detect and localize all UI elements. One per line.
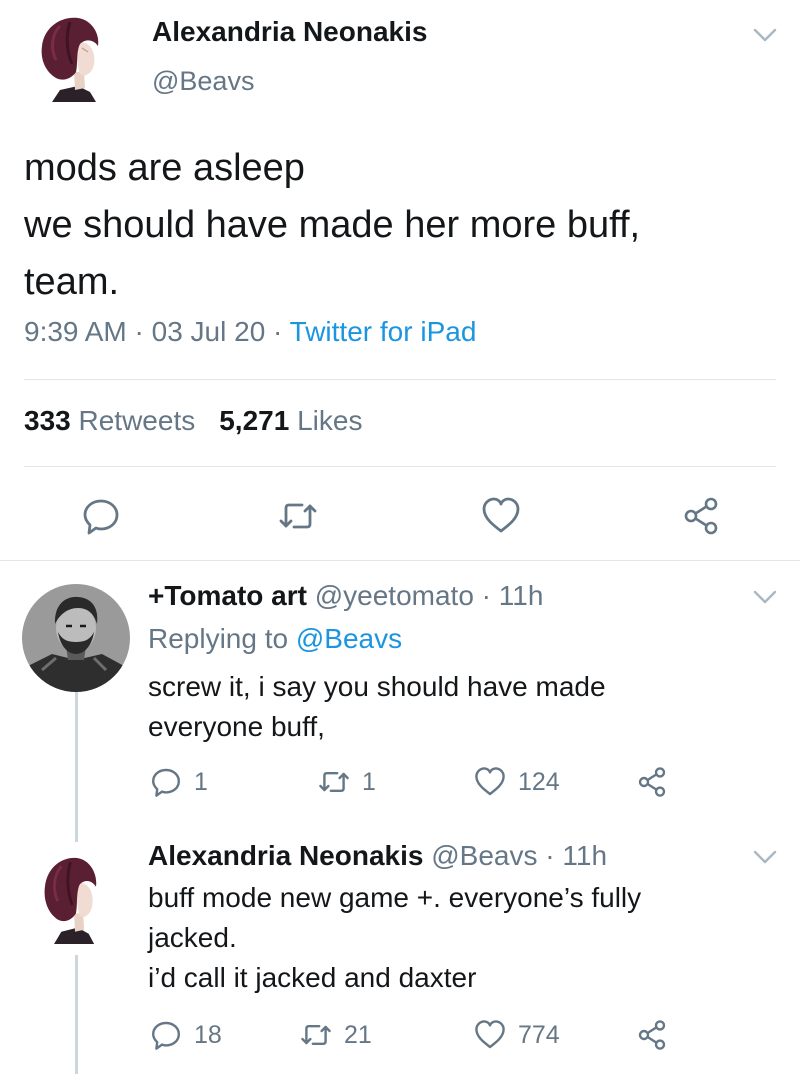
tweet-source-link[interactable]: Twitter for iPad <box>290 316 477 347</box>
like-label: Likes <box>297 405 363 436</box>
share-icon[interactable] <box>681 496 721 536</box>
reply-icon <box>152 768 180 797</box>
retweet-icon <box>301 1025 331 1045</box>
like-button[interactable]: 774 <box>474 1019 560 1051</box>
tweet-time: 9:39 AM <box>24 316 127 347</box>
reply-icon <box>152 1021 180 1050</box>
reply-age: 11h <box>562 840 608 871</box>
retweet-count: 1 <box>362 767 376 796</box>
divider <box>24 379 776 380</box>
author-handle[interactable]: @Beavs <box>152 66 254 97</box>
like-icon <box>475 767 505 796</box>
retweet-label: Retweets <box>78 405 196 436</box>
reply-text: buff mode new game +. everyone’s fully j… <box>148 882 642 993</box>
like-icon[interactable] <box>481 496 521 536</box>
replying-to-prefix: Replying to <box>148 623 289 654</box>
reply-handle[interactable]: @Beavs <box>431 840 537 871</box>
reply-header: Alexandria Neonakis @Beavs · 11h <box>148 840 607 872</box>
like-count: 124 <box>518 767 560 796</box>
meta-separator: · <box>473 580 499 611</box>
reply-icon[interactable] <box>81 496 121 536</box>
like-icon <box>475 1020 505 1049</box>
tweet-date: 03 Jul 20 <box>151 316 266 347</box>
retweet-button[interactable]: 1 <box>318 766 376 798</box>
reply-avatar[interactable] <box>34 852 116 944</box>
tweet-stats: 333 Retweets 5,271 Likes <box>24 405 362 437</box>
reply-author-name[interactable]: Alexandria Neonakis <box>148 840 423 871</box>
reply-button[interactable]: 18 <box>150 1019 222 1051</box>
chevron-down-icon[interactable] <box>752 26 778 44</box>
retweet-button[interactable]: 21 <box>300 1019 372 1051</box>
thread-line <box>75 955 78 1074</box>
like-count: 774 <box>518 1020 560 1049</box>
share-icon[interactable] <box>636 766 668 798</box>
chevron-down-icon[interactable] <box>752 588 778 606</box>
retweet-icon <box>319 772 349 792</box>
like-button[interactable]: 124 <box>474 766 560 798</box>
reply-age: 11h <box>498 580 544 611</box>
retweet-icon[interactable] <box>278 496 318 536</box>
author-name[interactable]: Alexandria Neonakis <box>152 16 427 48</box>
meta-separator: · <box>537 840 563 871</box>
replying-to-link[interactable]: @Beavs <box>296 623 402 654</box>
divider <box>0 560 800 561</box>
retweet-count: 21 <box>344 1020 372 1049</box>
reply-count: 18 <box>194 1020 222 1049</box>
author-avatar[interactable] <box>30 12 120 102</box>
divider <box>24 466 776 467</box>
chevron-down-icon[interactable] <box>752 848 778 866</box>
reply-avatar[interactable] <box>22 584 130 692</box>
reply-header: +Tomato art @yeetomato · 11h <box>148 580 543 612</box>
meta-separator: · <box>126 316 152 347</box>
reply-button[interactable]: 1 <box>150 766 208 798</box>
reply-count: 1 <box>194 767 208 796</box>
reply-text: screw it, i say you should have made eve… <box>148 671 606 742</box>
retweets-stat[interactable]: 333 Retweets <box>24 405 195 436</box>
replying-to: Replying to @Beavs <box>148 623 402 655</box>
retweet-count: 333 <box>24 405 71 436</box>
reply-author-name[interactable]: +Tomato art <box>148 580 307 611</box>
likes-stat[interactable]: 5,271 Likes <box>219 405 362 436</box>
reply-handle[interactable]: @yeetomato <box>315 580 474 611</box>
tweet-meta: 9:39 AM · 03 Jul 20 · Twitter for iPad <box>24 316 476 348</box>
like-count: 5,271 <box>219 405 290 436</box>
thread-line <box>75 690 78 842</box>
meta-separator: · <box>265 316 290 347</box>
share-icon[interactable] <box>636 1019 668 1051</box>
tweet-text: mods are asleep we should have made her … <box>24 147 641 303</box>
